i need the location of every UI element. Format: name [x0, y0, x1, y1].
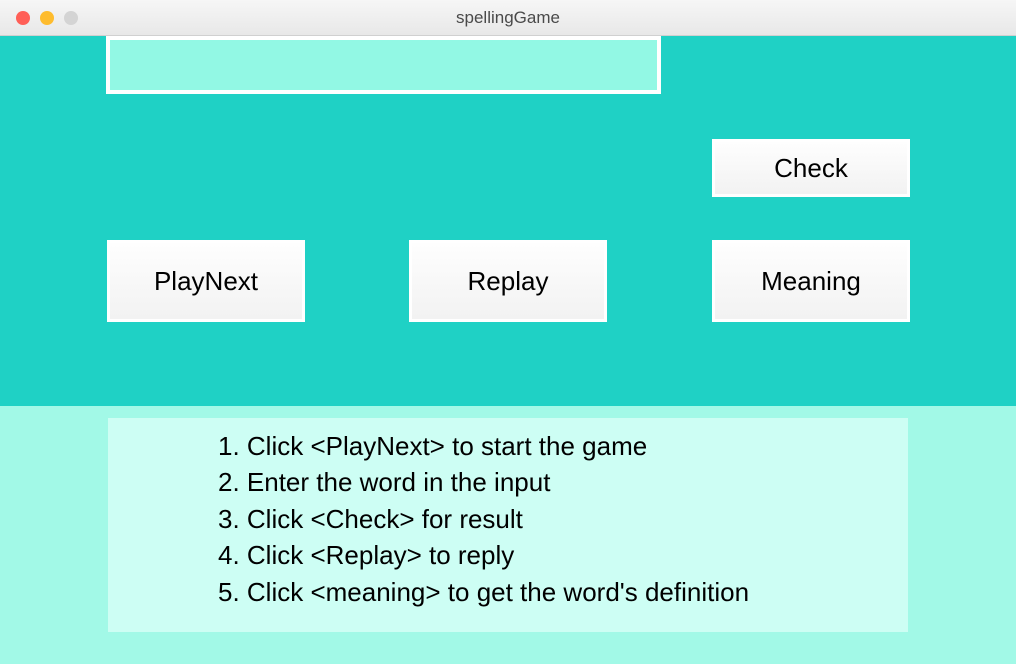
minimize-icon[interactable]: [40, 11, 54, 25]
instructions-text: 1. Click <PlayNext> to start the game 2.…: [108, 418, 908, 632]
meaning-button[interactable]: Meaning: [712, 240, 910, 322]
instruction-line-1: 1. Click <PlayNext> to start the game: [218, 428, 798, 464]
replay-button[interactable]: Replay: [409, 240, 607, 322]
app-window: spellingGame Check PlayNext Replay Meani…: [0, 0, 1016, 664]
check-button[interactable]: Check: [712, 139, 910, 197]
instruction-line-2: 2. Enter the word in the input: [218, 464, 798, 500]
instruction-line-4: 4. Click <Replay> to reply: [218, 537, 798, 573]
instruction-line-5: 5. Click <meaning> to get the word's def…: [218, 574, 798, 610]
instructions-panel: 1. Click <PlayNext> to start the game 2.…: [0, 406, 1016, 664]
maximize-icon[interactable]: [64, 11, 78, 25]
titlebar: spellingGame: [0, 0, 1016, 36]
playnext-button[interactable]: PlayNext: [107, 240, 305, 322]
controls-panel: Check PlayNext Replay Meaning: [0, 36, 1016, 406]
close-icon[interactable]: [16, 11, 30, 25]
traffic-lights: [0, 11, 78, 25]
instruction-line-3: 3. Click <Check> for result: [218, 501, 798, 537]
window-title: spellingGame: [0, 8, 1016, 28]
content-area: Check PlayNext Replay Meaning 1. Click <…: [0, 36, 1016, 664]
word-input[interactable]: [106, 36, 661, 94]
